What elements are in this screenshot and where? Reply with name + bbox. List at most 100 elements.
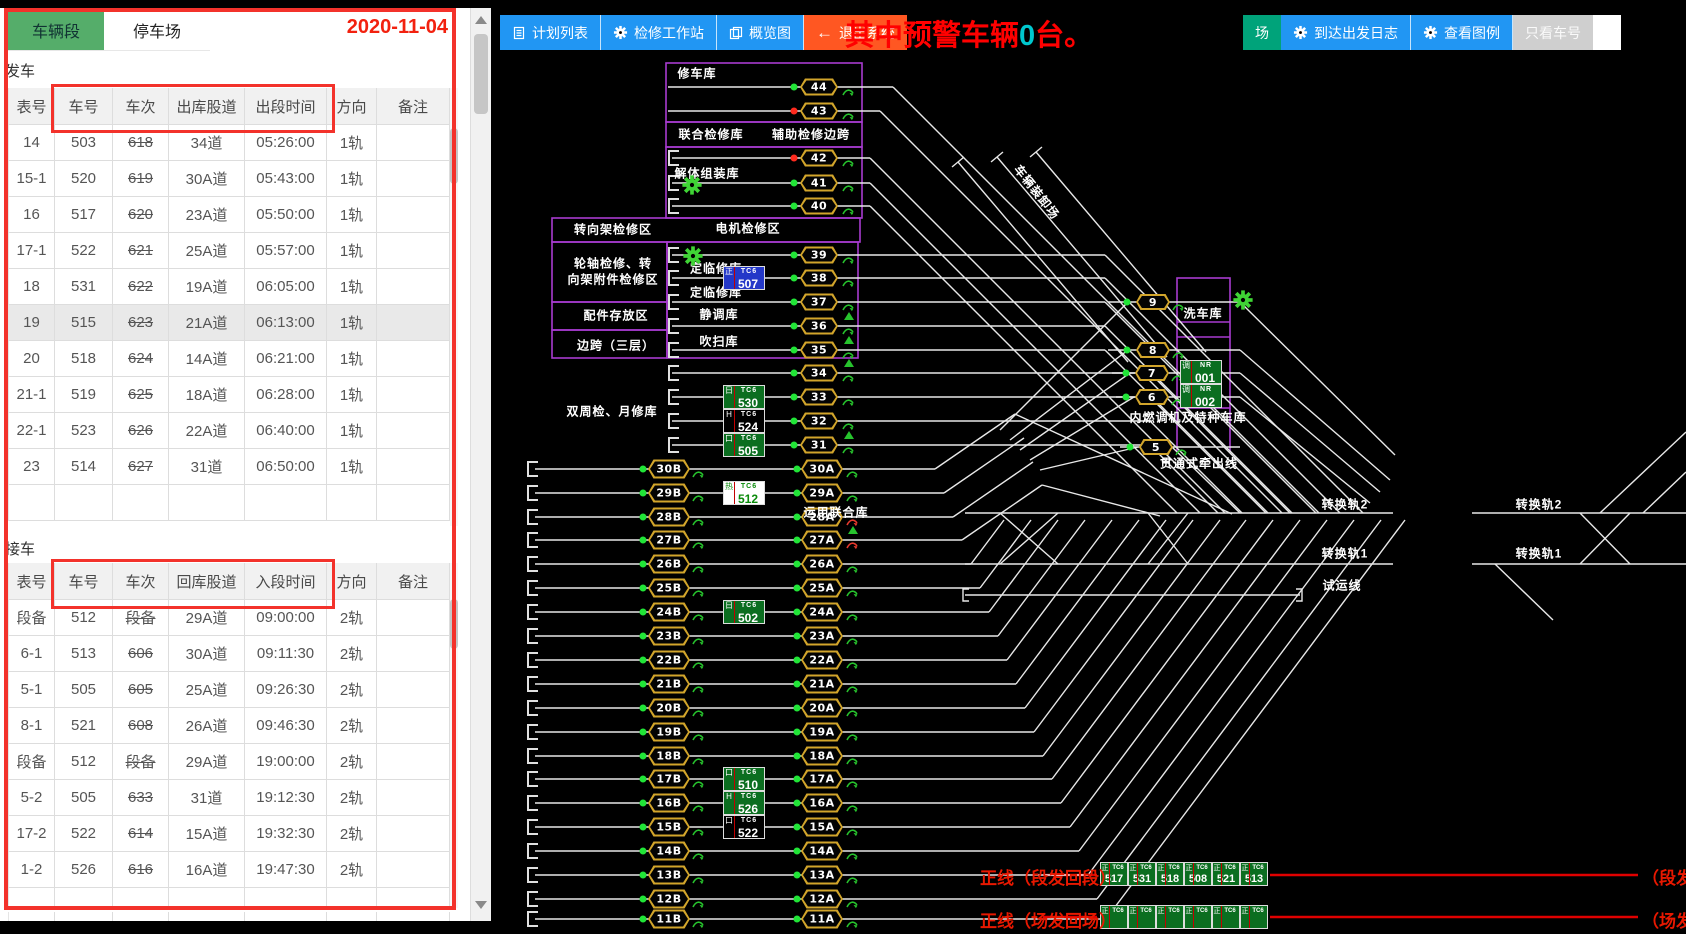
track-label-hexagon[interactable]: 22B <box>648 651 690 670</box>
track-label-hexagon[interactable]: 17A <box>801 770 843 789</box>
track-label-hexagon[interactable]: 39 <box>800 247 838 264</box>
mainline-train-box[interactable]: 正TC6 <box>1156 905 1184 929</box>
scroll-down-arrow-icon[interactable] <box>475 901 487 909</box>
track-label-hexagon[interactable]: 40 <box>800 198 838 215</box>
table-row[interactable]: 1951562321A道06:13:001轨 <box>8 305 450 341</box>
table-row[interactable]: 17-252261415A道19:32:302轨 <box>8 816 450 852</box>
only-car-number-button[interactable]: 只看车号 <box>1513 15 1593 50</box>
track-label-hexagon[interactable]: 12A <box>801 890 843 909</box>
mainline-train-box[interactable]: 正TC6 <box>1240 905 1268 929</box>
table-row[interactable]: 22-152362622A道06:40:001轨 <box>8 413 450 449</box>
mainline-train-box[interactable]: 正TC6521 <box>1212 862 1240 886</box>
scroll-up-arrow-icon[interactable] <box>475 16 487 24</box>
track-label-hexagon[interactable]: 30B <box>648 460 690 479</box>
track-label-hexagon[interactable]: 24A <box>801 603 843 622</box>
track-label-hexagon[interactable]: 36 <box>800 318 838 335</box>
track-label-hexagon[interactable]: 16A <box>801 794 843 813</box>
depart-table-scrollbar[interactable] <box>450 88 458 526</box>
table-row[interactable]: 1853162219A道06:05:001轨 <box>8 269 450 305</box>
yard-button[interactable]: 场 <box>1243 15 1281 50</box>
track-label-hexagon[interactable]: 33 <box>800 389 838 406</box>
track-label-hexagon[interactable]: 17B <box>648 770 690 789</box>
track-label-hexagon[interactable]: 21A <box>801 675 843 694</box>
arrive-scrollbar-thumb[interactable] <box>450 599 458 649</box>
track-label-hexagon[interactable]: 11A <box>801 910 843 929</box>
table-row[interactable]: 21-151962518A道06:28:001轨 <box>8 377 450 413</box>
track-label-hexagon[interactable]: 27A <box>801 531 843 550</box>
table-row[interactable]: 5-150560525A道09:26:302轨 <box>8 672 450 708</box>
track-label-hexagon[interactable]: 19B <box>648 723 690 742</box>
mainline-train-box[interactable]: 正TC6 <box>1128 905 1156 929</box>
track-label-hexagon[interactable]: 31 <box>800 437 838 454</box>
overview-map-button[interactable]: 概览图 <box>717 15 804 50</box>
tab-parking[interactable]: 停车场 <box>104 10 210 51</box>
train-box[interactable]: HTC6524 <box>723 409 765 433</box>
mainline-train-box[interactable]: 正TC6 <box>1212 905 1240 929</box>
track-label-hexagon[interactable]: 19A <box>801 723 843 742</box>
table-row[interactable]: 1-252661616A道19:47:302轨 <box>8 852 450 888</box>
only-car-number-checkbox[interactable] <box>1593 15 1621 50</box>
track-label-hexagon[interactable]: 15B <box>648 818 690 837</box>
train-box[interactable]: 口TC6510 <box>723 767 765 791</box>
track-label-hexagon[interactable]: 41 <box>800 175 838 192</box>
train-box[interactable]: 调NR001 <box>1180 360 1222 384</box>
track-label-hexagon[interactable]: 29A <box>801 484 843 503</box>
track-label-hexagon[interactable]: 18A <box>801 747 843 766</box>
track-label-hexagon[interactable]: 38 <box>800 270 838 287</box>
track-label-hexagon[interactable]: 14A <box>801 842 843 861</box>
track-label-hexagon[interactable]: 28B <box>648 508 690 527</box>
track-label-hexagon[interactable]: 12B <box>648 890 690 909</box>
arrive-depart-log-button[interactable]: 到达出发日志 <box>1281 15 1411 50</box>
mainline-train-box[interactable]: 正TC6508 <box>1184 862 1212 886</box>
train-box[interactable]: 日TC6530 <box>723 385 765 409</box>
train-box[interactable]: 口TC6505 <box>723 433 765 457</box>
train-box[interactable]: HTC6526 <box>723 791 765 815</box>
track-label-hexagon[interactable]: 11B <box>648 910 690 929</box>
tab-depot[interactable]: 车辆段 <box>8 10 104 51</box>
track-label-hexagon[interactable]: 23B <box>648 627 690 646</box>
mainline-train-box[interactable]: 正TC6513 <box>1240 862 1268 886</box>
track-label-hexagon[interactable]: 44 <box>800 79 838 96</box>
mainline-train-box[interactable]: 正TC6518 <box>1156 862 1184 886</box>
depart-scrollbar-thumb[interactable] <box>450 128 458 184</box>
track-label-hexagon[interactable]: 21B <box>648 675 690 694</box>
table-row[interactable]: 段备512段备29A道09:00:002轨 <box>8 600 450 636</box>
track-label-hexagon[interactable]: 7 <box>1135 365 1169 381</box>
table-row[interactable]: 8-152160826A道09:46:302轨 <box>8 708 450 744</box>
track-label-hexagon[interactable]: 5 <box>1139 439 1173 455</box>
panel-scrollbar[interactable] <box>470 8 491 921</box>
track-label-hexagon[interactable]: 34 <box>800 365 838 382</box>
track-label-hexagon[interactable]: 37 <box>800 294 838 311</box>
repair-workstation-button[interactable]: 检修工作站 <box>601 15 717 50</box>
track-label-hexagon[interactable]: 15A <box>801 818 843 837</box>
mainline-train-box[interactable]: 正TC6531 <box>1128 862 1156 886</box>
train-box[interactable]: 热TC6512 <box>723 481 765 505</box>
table-row[interactable]: 17-152262125A道05:57:001轨 <box>8 233 450 269</box>
track-label-hexagon[interactable]: 25B <box>648 579 690 598</box>
train-box[interactable]: 日TC6502 <box>723 600 765 624</box>
track-label-hexagon[interactable]: 32 <box>800 413 838 430</box>
track-label-hexagon[interactable]: 30A <box>801 460 843 479</box>
track-label-hexagon[interactable]: 26B <box>648 555 690 574</box>
table-row[interactable]: 段备512段备29A道19:00:002轨 <box>8 744 450 780</box>
track-label-hexagon[interactable]: 20B <box>648 699 690 718</box>
track-label-hexagon[interactable]: 27B <box>648 531 690 550</box>
panel-scrollbar-thumb[interactable] <box>474 34 488 114</box>
track-label-hexagon[interactable]: 29B <box>648 484 690 503</box>
track-label-hexagon[interactable]: 35 <box>800 342 838 359</box>
track-label-hexagon[interactable]: 6 <box>1135 389 1169 405</box>
table-row[interactable]: 1450361834道05:26:001轨 <box>8 125 450 161</box>
table-row[interactable]: 6-151360630A道09:11:302轨 <box>8 636 450 672</box>
track-label-hexagon[interactable]: 13A <box>801 866 843 885</box>
track-label-hexagon[interactable]: 24B <box>648 603 690 622</box>
train-box[interactable]: 口TC6522 <box>723 815 765 839</box>
track-label-hexagon[interactable]: 42 <box>800 150 838 167</box>
track-label-hexagon[interactable]: 13B <box>648 866 690 885</box>
track-label-hexagon[interactable]: 20A <box>801 699 843 718</box>
view-legend-button[interactable]: 查看图例 <box>1411 15 1513 50</box>
track-label-hexagon[interactable]: 25A <box>801 579 843 598</box>
track-label-hexagon[interactable]: 9 <box>1136 294 1170 310</box>
track-label-hexagon[interactable]: 43 <box>800 103 838 120</box>
track-label-hexagon[interactable]: 18B <box>648 747 690 766</box>
track-label-hexagon[interactable]: 22A <box>801 651 843 670</box>
